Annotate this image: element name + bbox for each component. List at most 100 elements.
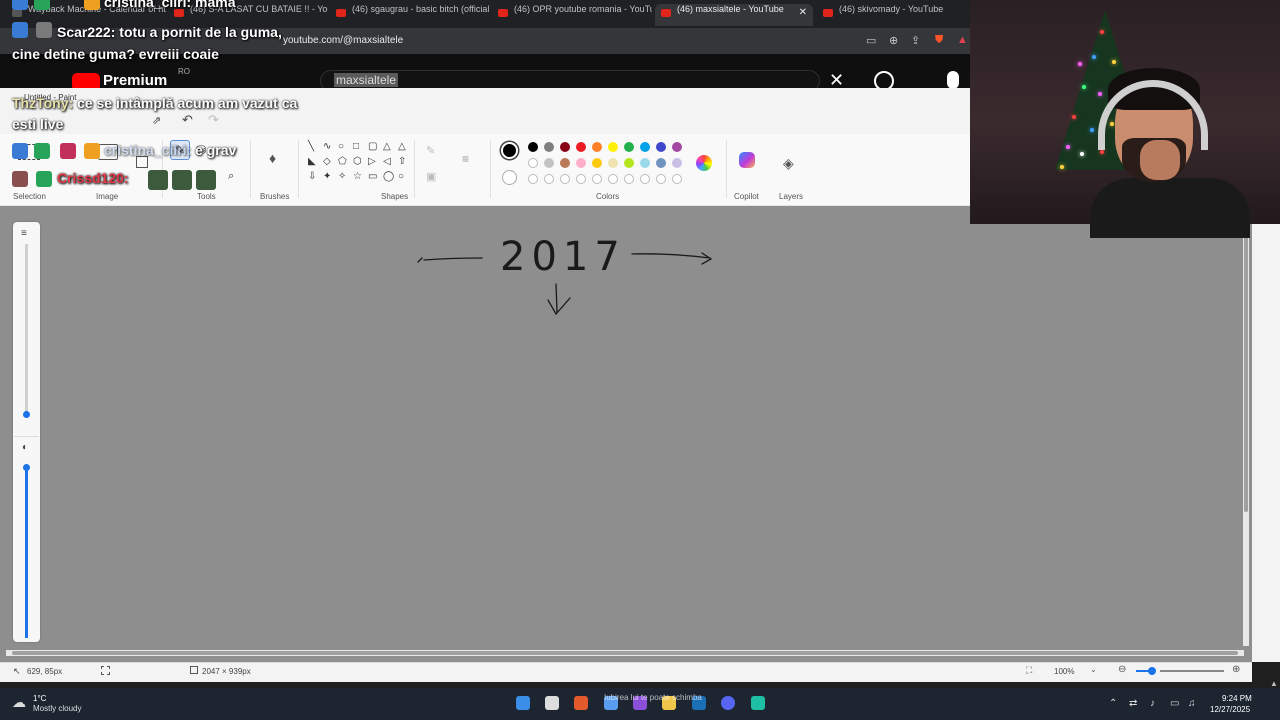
right-arrow-shape-icon[interactable]: ▷	[368, 156, 376, 167]
zoom-icon[interactable]: ⊕	[889, 34, 898, 47]
hexagon-shape-icon[interactable]: ⬡	[353, 156, 362, 167]
six-point-star-shape-icon[interactable]: ☆	[353, 171, 362, 182]
color-swatch[interactable]	[528, 158, 538, 168]
color-swatch[interactable]	[624, 158, 634, 168]
oval-shape-icon[interactable]: ○	[338, 141, 344, 152]
tray-overflow-icon[interactable]: ⌃	[1109, 698, 1117, 709]
color-swatch[interactable]	[560, 158, 570, 168]
weather-condition[interactable]: Mostly cloudy	[33, 704, 81, 713]
copilot-icon[interactable]	[739, 152, 755, 168]
five-point-star-shape-icon[interactable]: ✧	[338, 171, 346, 182]
left-arrow-shape-icon[interactable]: ◁	[383, 156, 391, 167]
fill-style-icon[interactable]: ▣	[426, 170, 436, 183]
color-swatch[interactable]	[608, 158, 618, 168]
screen-icon[interactable]: ▭	[866, 34, 876, 47]
microphone-icon[interactable]	[947, 71, 959, 89]
discord-icon[interactable]	[721, 696, 735, 710]
size-slider-knob[interactable]	[23, 411, 30, 418]
browser-tab[interactable]: (46) OPR youtube romania - YouTub	[492, 4, 652, 26]
start-icon[interactable]	[516, 696, 530, 710]
polygon-shape-icon[interactable]: △	[383, 141, 391, 152]
outline-icon[interactable]: ✎	[426, 144, 435, 157]
triangle-shape-icon[interactable]: △	[398, 141, 406, 152]
custom-color-slot[interactable]	[608, 174, 618, 184]
zoom-in-icon[interactable]: ⊕	[1232, 664, 1240, 675]
zoom-slider-knob[interactable]	[1148, 667, 1156, 675]
color-swatch[interactable]	[544, 158, 554, 168]
color-swatch[interactable]	[656, 158, 666, 168]
browser-tab[interactable]: (46) sgaugrau - basic bitch (official v	[330, 4, 490, 26]
color-swatch[interactable]	[592, 158, 602, 168]
primary-color-swatch[interactable]	[501, 142, 518, 159]
volume-icon[interactable]: ♪	[1150, 698, 1155, 709]
color-swatch[interactable]	[608, 142, 618, 152]
fit-to-window-icon[interactable]: ⛶	[1026, 665, 1032, 676]
color-swatch[interactable]	[672, 142, 682, 152]
layers-icon[interactable]: ◈	[783, 155, 794, 172]
brush-icon[interactable]: ♦	[269, 150, 276, 166]
custom-color-slot[interactable]	[640, 174, 650, 184]
clock-time[interactable]: 9:24 PM	[1222, 694, 1252, 703]
brave-shield-icon[interactable]: ⛊	[935, 34, 943, 47]
curve-shape-icon[interactable]: ∿	[323, 141, 331, 152]
color-swatch[interactable]	[624, 142, 634, 152]
color-swatch[interactable]	[672, 158, 682, 168]
display-icon[interactable]: ▭	[1170, 698, 1179, 709]
down-arrow-shape-icon[interactable]: ⇩	[308, 171, 316, 182]
color-swatch[interactable]	[656, 142, 666, 152]
pentagon-shape-icon[interactable]: ⬠	[338, 156, 347, 167]
diamond-shape-icon[interactable]: ◇	[323, 156, 331, 167]
magnifier-icon[interactable]: ⌕	[228, 170, 234, 183]
brave-browser-icon[interactable]	[574, 696, 588, 710]
rectangle-shape-icon[interactable]: □	[353, 141, 359, 152]
brave-rewards-icon[interactable]: ▲	[957, 34, 968, 46]
callout-cloud-shape-icon[interactable]: ○	[398, 171, 404, 182]
browser-tab-active[interactable]: (46) maxsialtele - YouTube ✕	[655, 4, 813, 26]
task-view-icon[interactable]	[545, 696, 559, 710]
custom-color-slot[interactable]	[672, 174, 682, 184]
shape-size-icon[interactable]: ≡	[462, 152, 469, 166]
custom-color-slot[interactable]	[576, 174, 586, 184]
horizontal-scroll-thumb[interactable]	[12, 651, 1238, 655]
custom-color-slot[interactable]	[528, 174, 538, 184]
zoom-slider-track[interactable]	[1160, 670, 1224, 672]
color-swatch[interactable]	[640, 142, 650, 152]
weather-icon[interactable]: ☁	[12, 694, 26, 711]
browser-tab[interactable]: (46) skivomady - YouTube	[817, 4, 967, 26]
color-swatch[interactable]	[544, 142, 554, 152]
color-swatch[interactable]	[528, 142, 538, 152]
custom-color-slot[interactable]	[656, 174, 666, 184]
line-shape-icon[interactable]: ╲	[308, 141, 314, 152]
rounded-rectangle-shape-icon[interactable]: ▢	[368, 141, 377, 152]
color-swatch[interactable]	[576, 142, 586, 152]
color-swatch[interactable]	[576, 158, 586, 168]
custom-color-slot[interactable]	[560, 174, 570, 184]
tab-close-icon[interactable]: ✕	[799, 7, 807, 18]
youtube-search-input[interactable]: maxsialtele	[334, 73, 399, 87]
color-swatch[interactable]	[640, 158, 650, 168]
color-swatch[interactable]	[592, 142, 602, 152]
right-triangle-shape-icon[interactable]: ◣	[308, 156, 316, 167]
callout-oval-shape-icon[interactable]: ◯	[383, 171, 394, 182]
network-icon[interactable]: ⇄	[1129, 698, 1137, 709]
app-icon[interactable]	[751, 696, 765, 710]
zoom-dropdown-icon[interactable]: ⌄	[1090, 665, 1097, 674]
weather-temperature[interactable]: 1°C	[33, 694, 46, 703]
opacity-slider-track[interactable]	[25, 466, 28, 638]
vertical-scroll-thumb[interactable]	[1244, 232, 1248, 512]
up-arrow-shape-icon[interactable]: ⇧	[398, 156, 406, 167]
speaker-icon[interactable]: ♫	[1188, 698, 1196, 709]
clock-date[interactable]: 12/27/2025	[1210, 705, 1250, 714]
edit-colors-icon[interactable]	[696, 155, 712, 171]
custom-color-slot[interactable]	[624, 174, 634, 184]
custom-color-slot[interactable]	[592, 174, 602, 184]
zoom-out-icon[interactable]: ⊖	[1118, 664, 1126, 675]
callout-rect-shape-icon[interactable]: ▭	[368, 171, 377, 182]
custom-color-slot[interactable]	[544, 174, 554, 184]
zoom-level[interactable]: 100%	[1054, 667, 1074, 676]
opacity-slider-knob[interactable]	[23, 464, 30, 471]
four-point-star-shape-icon[interactable]: ✦	[323, 171, 331, 182]
notification-icon[interactable]: ▲	[1270, 679, 1278, 688]
color-swatch[interactable]	[560, 142, 570, 152]
share-icon[interactable]: ⇪	[911, 34, 920, 47]
